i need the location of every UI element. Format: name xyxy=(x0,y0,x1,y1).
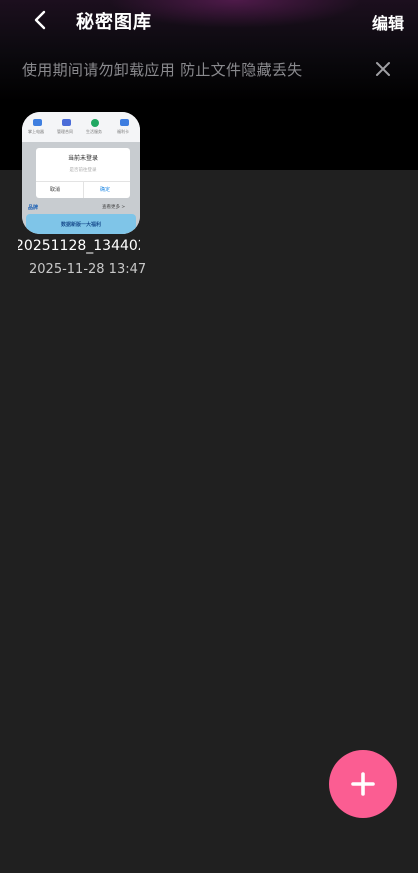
photo-thumbnail[interactable]: 掌上电器 管理合同 生活服务 福利卡 当前未登录 是否前往登录 取消 确定 品牌… xyxy=(22,112,140,234)
close-icon xyxy=(376,62,390,76)
preview-icon-label: 福利卡 xyxy=(117,129,129,134)
add-photo-button[interactable] xyxy=(329,750,397,818)
edit-button[interactable]: 编辑 xyxy=(372,10,404,34)
preview-dialog-divider xyxy=(83,182,84,198)
preview-app-icon xyxy=(62,119,71,126)
notice-close-button[interactable] xyxy=(372,58,394,80)
plus-icon xyxy=(351,772,375,796)
preview-icon-label: 管理合同 xyxy=(57,129,73,134)
preview-icon-label: 生活服务 xyxy=(86,129,102,134)
preview-more-label: 查看更多 > xyxy=(102,205,126,210)
preview-brand-label: 品牌 xyxy=(28,205,39,211)
preview-icon-row: 掌上电器 管理合同 生活服务 福利卡 xyxy=(22,112,140,142)
chevron-left-icon xyxy=(34,10,46,30)
preview-icon-label: 掌上电器 xyxy=(28,129,44,134)
photo-filename-text: 20251128_134402.jpg xyxy=(18,238,140,254)
preview-app-icon xyxy=(33,119,42,126)
nav-bar: 秘密图库 编辑 xyxy=(0,0,418,42)
notice-text: 使用期间请勿卸载应用 防止文件隐藏丢失 xyxy=(22,61,303,79)
preview-dialog-title: 当前未登录 xyxy=(67,155,98,162)
preview-banner-text: 数据新版一大福利 xyxy=(60,222,101,228)
page-title: 秘密图库 xyxy=(76,12,152,33)
preview-banner: 数据新版一大福利 xyxy=(26,214,136,234)
preview-dialog: 当前未登录 是否前往登录 取消 确定 xyxy=(36,148,130,198)
preview-dialog-message: 是否前往登录 xyxy=(69,168,97,173)
preview-dialog-cancel: 取消 xyxy=(50,187,61,193)
preview-app-icon xyxy=(91,119,99,127)
preview-app-icon xyxy=(120,119,129,126)
photo-filename: 20251128_134402.jpg xyxy=(18,238,140,254)
preview-dialog-confirm: 确定 xyxy=(100,187,111,193)
photo-date: 2025-11-28 13:47 xyxy=(29,262,147,277)
back-button[interactable] xyxy=(26,4,54,36)
